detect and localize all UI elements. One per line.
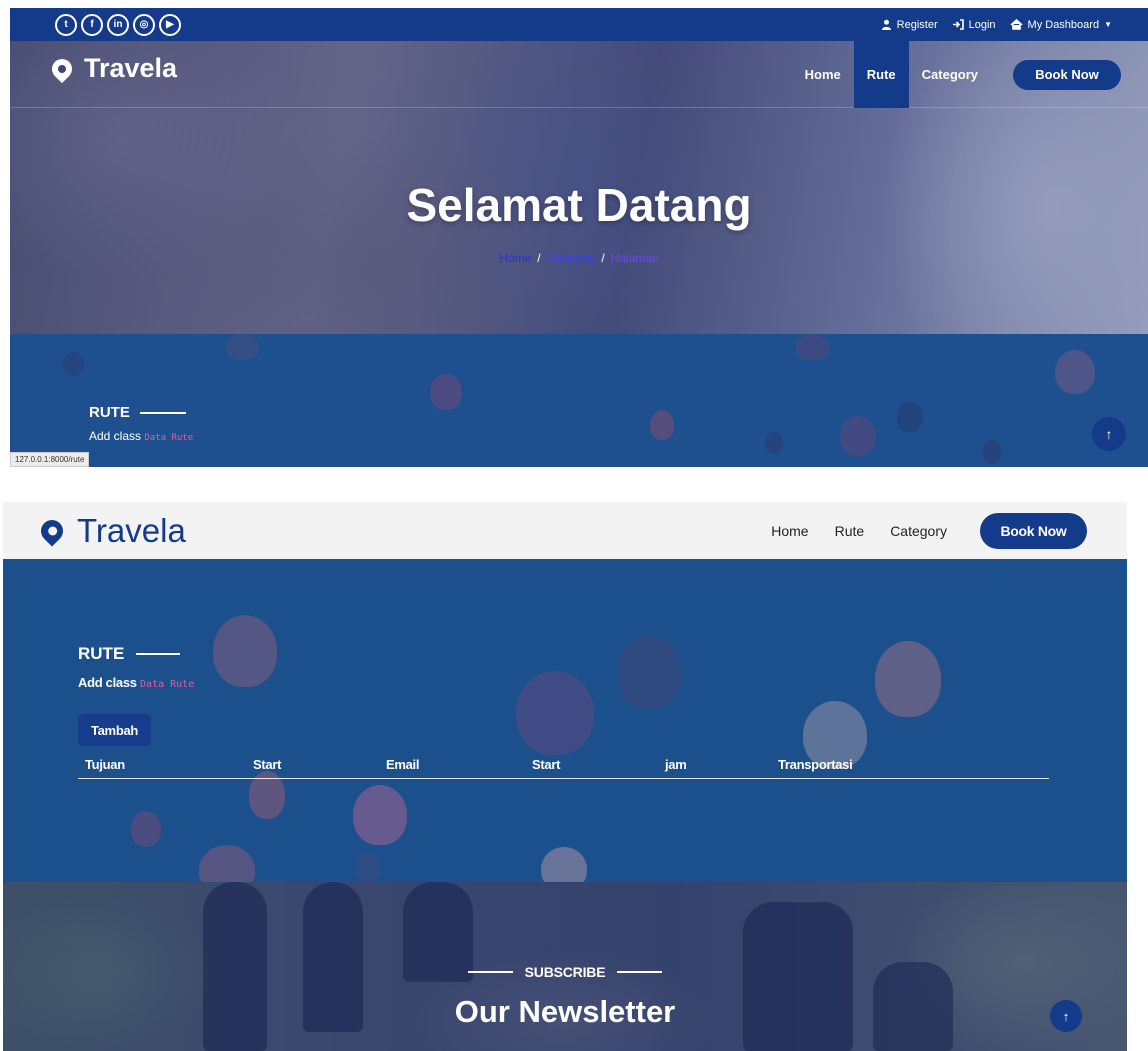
newsletter-banner: SUBSCRIBE Our Newsletter ↑ <box>3 882 1127 1051</box>
home-icon <box>1009 19 1023 30</box>
top-bar: t f in ◎ ▶ Register Login My Dashboard ▼ <box>10 8 1148 41</box>
nav-home[interactable]: Home <box>792 41 854 108</box>
column-header-transportasi[interactable]: Transportasi <box>778 757 853 772</box>
balloon-decoration <box>62 352 84 376</box>
dashboard-dropdown[interactable]: My Dashboard ▼ <box>1009 19 1112 31</box>
facebook-icon[interactable]: f <box>81 13 103 36</box>
column-header-start[interactable]: Start <box>253 757 281 772</box>
breadcrumb: Home / Category / Halaman <box>499 251 659 265</box>
brand-logo[interactable]: Travela <box>47 53 177 84</box>
book-now-button[interactable]: Book Now <box>980 512 1087 549</box>
balloon-decoration <box>225 334 259 360</box>
login-link[interactable]: Login <box>952 19 996 31</box>
balloon-decoration <box>1055 350 1095 394</box>
screenshot-scrolled-top: Selamat Datang Home / Category / Halaman t f… <box>10 8 1148 467</box>
balloon-decoration <box>355 851 381 881</box>
scroll-to-top-button[interactable]: ↑ <box>1050 1000 1082 1032</box>
map-pin-icon <box>36 515 68 547</box>
newsletter-label: SUBSCRIBE <box>3 964 1127 980</box>
nav-rute[interactable]: Rute <box>853 41 909 108</box>
balloon-decoration <box>875 641 941 717</box>
section-title: RUTE <box>89 404 186 421</box>
section-subtitle: Add class Data Rute <box>78 675 195 690</box>
section-title: RUTE <box>78 644 181 664</box>
column-header-start-2[interactable]: Start <box>532 757 560 772</box>
balloon-decoration <box>650 410 674 440</box>
breadcrumb-category[interactable]: Category <box>547 251 596 265</box>
nav-category[interactable]: Category <box>909 41 991 108</box>
balloon-decoration <box>199 845 255 882</box>
sign-in-icon <box>952 19 964 30</box>
code-snippet: Data Rute <box>144 433 194 443</box>
book-now-button[interactable]: Book Now <box>1013 59 1121 90</box>
map-pin-icon <box>47 54 77 83</box>
balloon-decoration <box>840 416 876 456</box>
balloon-decoration <box>430 374 462 410</box>
newsletter-title: Our Newsletter <box>454 994 676 1029</box>
arrow-up-icon: ↑ <box>1105 426 1113 442</box>
status-bar-url: 127.0.0.1:8000/rute <box>10 452 90 467</box>
scroll-to-top-button[interactable]: ↑ <box>1092 417 1126 451</box>
balloon-decoration <box>353 785 407 845</box>
column-header-tujuan[interactable]: Tujuan <box>85 757 125 772</box>
rute-section: RUTE Add class Data Rute Tambah Tujuan S… <box>3 559 1127 882</box>
tambah-button[interactable]: Tambah <box>78 714 151 746</box>
arrow-up-icon: ↑ <box>1062 1008 1070 1024</box>
register-link[interactable]: Register <box>881 19 938 31</box>
sticky-navbar: Travela Home Rute Category Book Now <box>3 502 1127 559</box>
balloon-decoration <box>765 432 783 454</box>
navbar: Travela Home Rute Category Book Now <box>10 41 1148 108</box>
nav-home[interactable]: Home <box>758 523 821 539</box>
rute-section: RUTE Add class Data Rute ↑ 127.0.0.1:800… <box>10 334 1148 467</box>
balloon-decoration <box>541 847 587 882</box>
balloon-decoration <box>516 671 594 755</box>
balloon-decoration <box>795 334 829 360</box>
twitter-icon[interactable]: t <box>55 13 77 36</box>
brand-logo[interactable]: Travela <box>36 512 186 550</box>
balloon-decoration <box>617 635 681 709</box>
column-header-jam[interactable]: jam <box>665 757 687 772</box>
instagram-icon[interactable]: ◎ <box>133 13 155 36</box>
nav-category[interactable]: Category <box>877 523 960 539</box>
balloon-decoration <box>897 402 923 432</box>
balloon-decoration <box>213 615 277 687</box>
balloon-decoration <box>982 440 1002 464</box>
breadcrumb-current: Halaman <box>610 251 659 265</box>
section-subtitle: Add class Data Rute <box>89 429 194 443</box>
code-snippet: Data Rute <box>140 679 195 690</box>
youtube-icon[interactable]: ▶ <box>159 13 181 36</box>
hero-title: Selamat Datang <box>406 179 752 231</box>
rute-table-header: Tujuan Start Email Start jam Transportas… <box>78 752 1049 779</box>
screenshot-scrolled-down: Travela Home Rute Category Book Now RUTE… <box>3 502 1127 1051</box>
column-header-email[interactable]: Email <box>386 757 419 772</box>
balloon-decoration <box>131 811 161 847</box>
user-icon <box>881 19 891 30</box>
nav-rute[interactable]: Rute <box>822 523 878 539</box>
linkedin-icon[interactable]: in <box>107 13 129 36</box>
breadcrumb-home[interactable]: Home <box>499 251 531 265</box>
caret-down-icon: ▼ <box>1104 20 1112 29</box>
